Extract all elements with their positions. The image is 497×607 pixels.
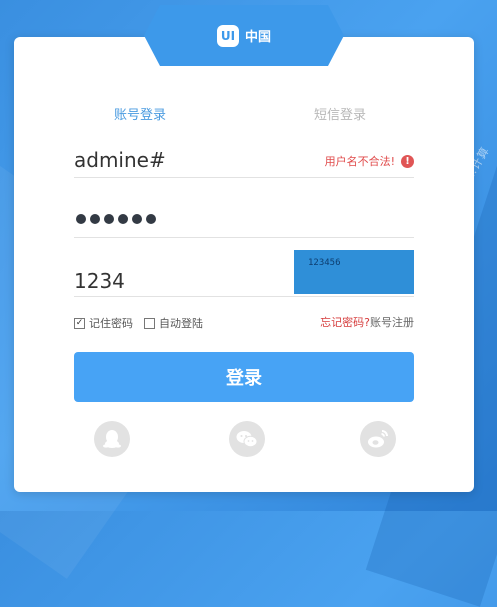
- auto-login-checkbox[interactable]: 自动登陆: [144, 315, 203, 331]
- forgot-password-link[interactable]: 忘记密码?: [320, 316, 370, 329]
- username-input[interactable]: [74, 145, 294, 175]
- brand-name: 中国: [244, 30, 271, 45]
- remember-password-label: 记住密码: [89, 317, 133, 330]
- qq-icon: [103, 430, 121, 448]
- username-error: 用户名不合法! !: [325, 153, 414, 169]
- brand-header: UI 中国: [144, 5, 344, 66]
- password-dot: [76, 214, 86, 224]
- wechat-icon: [236, 431, 258, 448]
- captcha-row: 123456: [74, 250, 414, 297]
- register-link[interactable]: 账号注册: [370, 316, 414, 329]
- checkbox-icon: [144, 317, 155, 329]
- login-card: 账号登录 短信登录 用户名不合法! ! 123456 ✓ 记住密码 自动登陆 忘…: [14, 37, 474, 492]
- username-row: 用户名不合法! !: [74, 145, 414, 178]
- password-mask: [76, 214, 156, 224]
- account-links: 忘记密码?账号注册: [320, 314, 414, 330]
- error-icon: !: [401, 154, 414, 168]
- checkbox-icon: ✓: [74, 317, 85, 329]
- login-button[interactable]: 登录: [74, 352, 414, 402]
- password-dot: [146, 214, 156, 224]
- password-dot: [90, 214, 100, 224]
- password-dot: [118, 214, 128, 224]
- username-error-text: 用户名不合法!: [324, 155, 395, 168]
- captcha-input[interactable]: [74, 268, 254, 294]
- password-dot: [132, 214, 142, 224]
- password-dot: [104, 214, 114, 224]
- login-options: ✓ 记住密码 自动登陆 忘记密码?账号注册: [74, 313, 414, 333]
- weibo-icon: [368, 430, 388, 448]
- password-field[interactable]: [74, 207, 414, 238]
- ui-logo-icon: UI: [216, 24, 239, 47]
- weibo-login-button[interactable]: [360, 421, 396, 457]
- social-login: [14, 421, 474, 461]
- remember-password-checkbox[interactable]: ✓ 记住密码: [74, 315, 133, 331]
- login-tabs: 账号登录 短信登录: [74, 104, 414, 124]
- tab-account-login[interactable]: 账号登录: [114, 104, 166, 123]
- tab-sms-login[interactable]: 短信登录: [314, 104, 366, 123]
- qq-login-button[interactable]: [94, 421, 130, 457]
- captcha-image[interactable]: 123456: [294, 250, 414, 294]
- auto-login-label: 自动登陆: [159, 317, 203, 330]
- wechat-login-button[interactable]: [229, 421, 265, 457]
